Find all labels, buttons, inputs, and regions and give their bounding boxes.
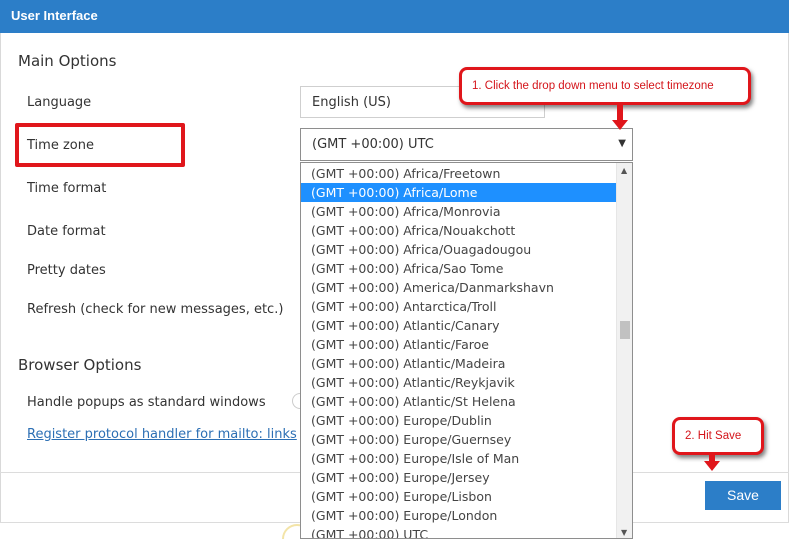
annotation-arrow-head-icon (612, 120, 628, 130)
language-label: Language (27, 95, 92, 110)
timezone-option[interactable]: (GMT +00:00) Africa/Nouakchott (301, 221, 617, 240)
refresh-label: Refresh (check for new messages, etc.) (27, 302, 284, 317)
timezone-option[interactable]: (GMT +00:00) Europe/Jersey (301, 468, 617, 487)
timezone-option[interactable]: (GMT +00:00) Europe/Guernsey (301, 430, 617, 449)
window-title: User Interface (11, 8, 98, 23)
timezone-option[interactable]: (GMT +00:00) America/Danmarkshavn (301, 278, 617, 297)
timezone-option[interactable]: (GMT +00:00) Africa/Freetown (301, 164, 617, 183)
timezone-option[interactable]: (GMT +00:00) Africa/Monrovia (301, 202, 617, 221)
timezone-option[interactable]: (GMT +00:00) Atlantic/St Helena (301, 392, 617, 411)
annotation-callout-step1: 1. Click the drop down menu to select ti… (459, 67, 751, 105)
annotation-callout-step2: 2. Hit Save (672, 417, 764, 455)
timezone-option[interactable]: (GMT +00:00) Atlantic/Canary (301, 316, 617, 335)
dropdown-scrollbar[interactable]: ▲ ▼ (616, 163, 632, 538)
annotation-arrow-head-icon (704, 461, 720, 471)
timezone-option[interactable]: (GMT +00:00) Europe/Dublin (301, 411, 617, 430)
timezone-select[interactable]: (GMT +00:00) UTC ▼ (300, 128, 633, 161)
save-button[interactable]: Save (705, 481, 781, 510)
timezone-option[interactable]: (GMT +00:00) Europe/London (301, 506, 617, 525)
timezone-option[interactable]: (GMT +00:00) Atlantic/Reykjavik (301, 373, 617, 392)
scroll-down-icon[interactable]: ▼ (621, 528, 627, 537)
section-title-main-options: Main Options (18, 52, 117, 70)
timezone-option[interactable]: (GMT +00:00) Antarctica/Troll (301, 297, 617, 316)
timezone-option[interactable]: (GMT +00:00) Atlantic/Madeira (301, 354, 617, 373)
timezone-select-value: (GMT +00:00) UTC (312, 137, 434, 152)
dropdown-caret-icon: ▼ (618, 138, 626, 149)
scrollbar-thumb[interactable] (620, 321, 630, 339)
panel-border (0, 33, 1, 523)
section-title-browser-options: Browser Options (18, 356, 142, 374)
timezone-option[interactable]: (GMT +00:00) Africa/Sao Tome (301, 259, 617, 278)
timezone-option[interactable]: (GMT +00:00) Atlantic/Faroe (301, 335, 617, 354)
timezone-option[interactable]: (GMT +00:00) Africa/Ouagadougou (301, 240, 617, 259)
timezone-dropdown-list[interactable]: (GMT +00:00) Africa/Freetown (GMT +00:00)… (300, 162, 633, 539)
register-protocol-link[interactable]: Register protocol handler for mailto: li… (27, 427, 297, 442)
timezone-label-highlight (15, 123, 185, 167)
timezone-option[interactable]: (GMT +00:00) UTC (301, 525, 617, 538)
annotation-arrow (617, 105, 623, 121)
date-format-label: Date format (27, 224, 106, 239)
window-titlebar: User Interface (0, 0, 789, 33)
language-select-value: English (US) (312, 95, 391, 110)
pretty-dates-label: Pretty dates (27, 263, 106, 278)
time-format-label: Time format (27, 181, 107, 196)
timezone-option[interactable]: (GMT +00:00) Africa/Lome (301, 183, 617, 202)
timezone-option[interactable]: (GMT +00:00) Europe/Lisbon (301, 487, 617, 506)
scroll-up-icon[interactable]: ▲ (621, 166, 627, 175)
handle-popups-label: Handle popups as standard windows (27, 395, 266, 410)
timezone-option[interactable]: (GMT +00:00) Europe/Isle of Man (301, 449, 617, 468)
